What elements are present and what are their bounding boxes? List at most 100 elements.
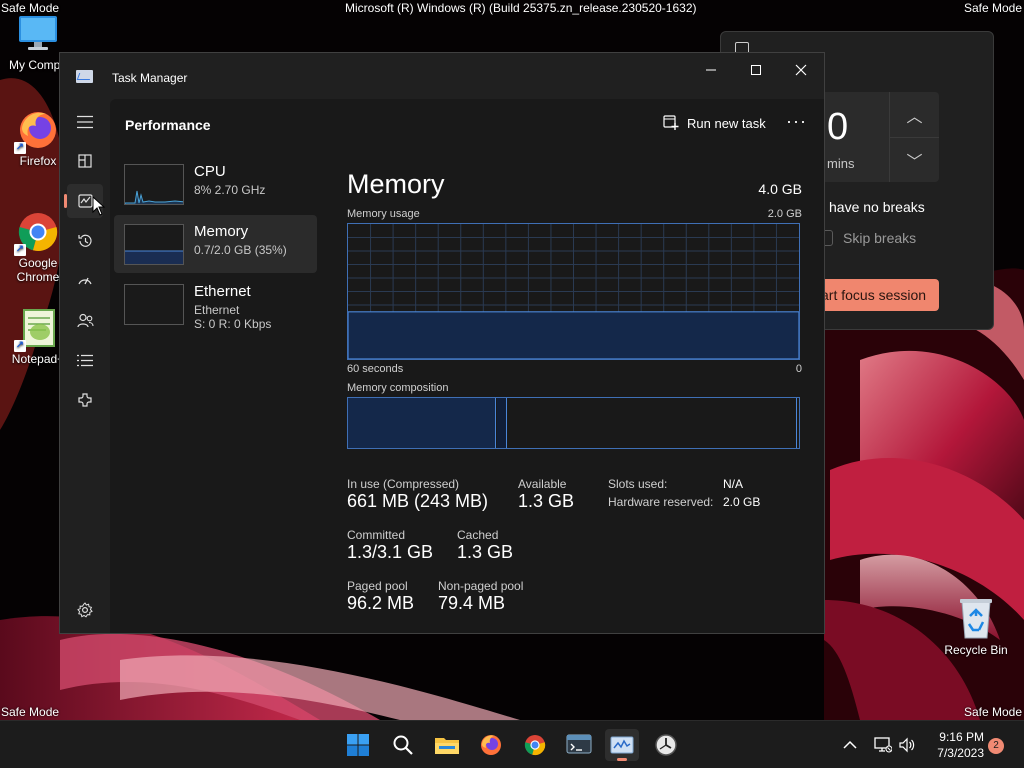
nav-details[interactable] xyxy=(67,343,103,377)
stat-cached-label: Cached xyxy=(457,528,499,542)
clock-app-icon xyxy=(655,734,677,756)
performance-icon xyxy=(77,194,93,208)
shortcut-arrow-icon: ↗ xyxy=(14,244,26,256)
memory-usage-label: Memory usage xyxy=(347,208,420,220)
chevron-up-icon xyxy=(843,740,857,749)
safe-mode-label-bottom-left: Safe Mode xyxy=(1,705,60,719)
taskbar: 9:16 PM 7/3/2023 2 xyxy=(0,720,1024,768)
search-icon xyxy=(393,735,413,755)
clock-time: 9:16 PM xyxy=(939,730,984,744)
resource-sub: 8% 2.70 GHz xyxy=(194,183,266,197)
task-manager-icon xyxy=(610,736,634,754)
stat-hw-reserved-value: 2.0 GB xyxy=(723,495,761,509)
stat-slots-label: Slots used: xyxy=(608,477,668,491)
stat-committed-value: 1.3/3.1 GB xyxy=(347,542,434,562)
resource-name: CPU xyxy=(194,163,226,180)
nav-users[interactable] xyxy=(67,303,103,337)
network-icon xyxy=(874,737,892,753)
stat-available-label: Available xyxy=(518,477,567,491)
graph-x-right-label: 0 xyxy=(795,363,802,375)
stat-nonpaged-pool-value: 79.4 MB xyxy=(438,593,506,613)
resource-cpu[interactable]: CPU 8% 2.70 GHz xyxy=(114,155,317,213)
resource-memory[interactable]: Memory 0.7/2.0 GB (35%) xyxy=(114,215,317,273)
minimize-button[interactable] xyxy=(688,55,734,85)
desktop-icon-label: Recycle Bin xyxy=(944,643,1008,657)
chevron-up-icon[interactable]: ︿ xyxy=(890,92,939,137)
desktop-icon-recycle-bin[interactable]: Recycle Bin xyxy=(944,596,1008,657)
nav-startup-apps[interactable] xyxy=(67,263,103,297)
stat-committed-label: Committed xyxy=(347,528,406,542)
nav-settings[interactable] xyxy=(67,593,103,627)
resource-name: Memory xyxy=(194,223,249,240)
composition-in-use xyxy=(348,398,496,448)
safe-mode-label-bottom-right: Safe Mode xyxy=(963,705,1022,719)
terminal-icon xyxy=(566,734,592,754)
start-button[interactable] xyxy=(341,729,375,761)
taskbar-terminal[interactable] xyxy=(562,729,596,761)
clock-date: 7/3/2023 xyxy=(937,746,984,760)
settings-icon xyxy=(77,602,93,618)
safe-mode-label-top-right: Safe Mode xyxy=(963,1,1022,15)
stat-paged-pool-value: 96.2 MB xyxy=(347,593,415,613)
app-history-icon xyxy=(78,234,92,247)
resource-adapter: Ethernet xyxy=(194,303,240,317)
skip-breaks-label: Skip breaks xyxy=(843,230,917,246)
stat-available-value: 1.3 GB xyxy=(518,491,575,511)
taskbar-task-manager[interactable] xyxy=(605,729,639,761)
memory-detail-panel: Memory 4.0 GB Memory usage 2.0 GB 60 sec… xyxy=(346,99,824,633)
show-hidden-icons-button[interactable] xyxy=(843,721,857,768)
taskbar-firefox[interactable] xyxy=(474,729,508,761)
taskbar-file-explorer[interactable] xyxy=(430,729,464,761)
chrome-icon: ↗ xyxy=(14,210,60,256)
composition-free-edge xyxy=(796,398,797,448)
stat-in-use-value: 661 MB (243 MB) xyxy=(347,491,489,511)
file-explorer-icon xyxy=(435,738,459,754)
taskbar-clock[interactable]: 9:16 PM 7/3/2023 xyxy=(928,729,984,761)
focus-time-value: 0 xyxy=(827,106,849,148)
notepad-plus-plus-icon: ↗ xyxy=(14,306,60,352)
skip-breaks-option[interactable]: Skip breaks xyxy=(817,230,916,246)
minimize-icon xyxy=(706,69,716,71)
processes-icon xyxy=(78,154,92,168)
memory-usage-area xyxy=(348,311,799,359)
nav-processes[interactable] xyxy=(67,144,103,178)
detail-title: Memory xyxy=(347,169,445,199)
users-icon xyxy=(76,313,94,327)
memory-composition-label: Memory composition xyxy=(347,382,449,394)
chevron-down-icon[interactable]: ﹀ xyxy=(890,137,939,182)
recycle-bin-icon xyxy=(960,599,992,639)
task-manager-window: Task Manager Performance Run new task ··… xyxy=(59,52,825,634)
graph-x-left-label: 60 seconds xyxy=(347,363,404,375)
navigation-rail xyxy=(60,99,110,633)
nav-services[interactable] xyxy=(67,383,103,417)
resource-sub: 0.7/2.0 GB (35%) xyxy=(194,243,287,257)
running-indicator xyxy=(617,758,627,761)
cpu-thumbnail-graph xyxy=(124,164,184,205)
resource-ethernet[interactable]: Ethernet Ethernet S: 0 R: 0 Kbps xyxy=(114,275,317,333)
nav-app-history[interactable] xyxy=(67,224,103,258)
active-indicator xyxy=(64,194,67,208)
volume-icon xyxy=(899,737,915,753)
ethernet-thumbnail-graph xyxy=(124,284,184,325)
page-title: Performance xyxy=(125,117,211,133)
taskbar-clock-app[interactable] xyxy=(649,729,683,761)
nav-menu-button[interactable] xyxy=(67,105,103,139)
taskbar-chrome[interactable] xyxy=(518,729,552,761)
firefox-icon xyxy=(481,735,501,755)
composition-modified xyxy=(497,398,507,448)
notification-count-badge[interactable]: 2 xyxy=(988,738,1004,754)
stat-paged-pool-label: Paged pool xyxy=(347,579,408,593)
search-button[interactable] xyxy=(386,729,420,761)
close-button[interactable] xyxy=(778,55,824,85)
network-status-button[interactable] xyxy=(874,721,892,768)
firefox-icon: ↗ xyxy=(14,108,60,154)
windows-build-title: Microsoft (R) Windows (R) (Build 25375.z… xyxy=(345,1,697,15)
title-bar[interactable]: Task Manager xyxy=(60,53,824,99)
memory-thumbnail-graph xyxy=(124,224,184,265)
maximize-button[interactable] xyxy=(733,55,779,85)
hamburger-menu-icon xyxy=(77,115,93,129)
window-title: Task Manager xyxy=(112,71,188,85)
volume-button[interactable] xyxy=(899,721,915,768)
stat-nonpaged-pool-label: Non-paged pool xyxy=(438,579,524,593)
chrome-icon xyxy=(524,735,546,756)
